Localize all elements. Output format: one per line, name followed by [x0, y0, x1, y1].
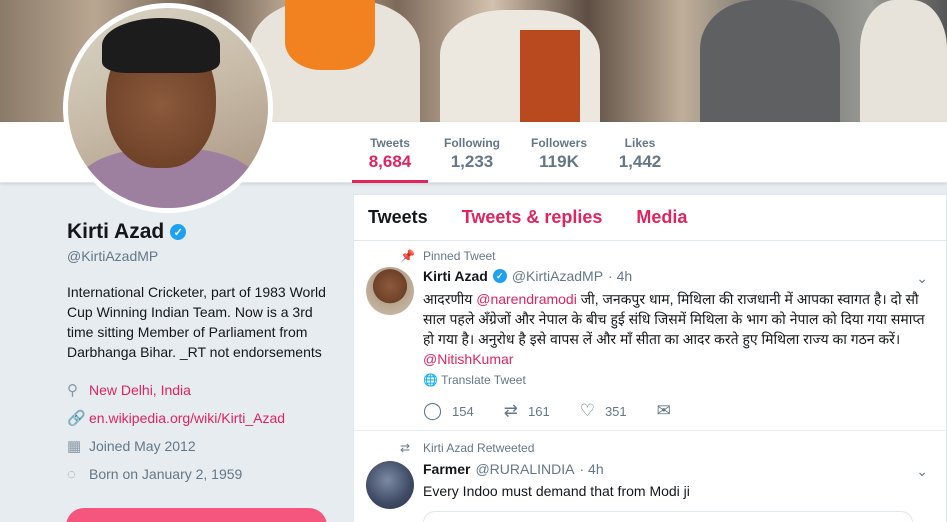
retweet-count: 161	[527, 403, 550, 419]
timeline-tabs: Tweets Tweets & replies Media	[354, 195, 946, 241]
stat-value: 8,684	[368, 152, 412, 171]
pin-icon: 📌	[400, 249, 415, 263]
tab-tweets[interactable]: Tweets	[368, 207, 428, 228]
pinned-tweet[interactable]: 📌 Pinned Tweet Kirti Azad ✓ @KirtiAzadMP…	[354, 241, 946, 431]
profile-avatar[interactable]	[63, 3, 273, 213]
heart-icon: ♡	[579, 401, 595, 420]
stat-value: 1,233	[450, 152, 494, 171]
profile-name-row: Kirti Azad ✓	[67, 220, 337, 244]
tweet-context: Pinned Tweet	[423, 249, 496, 263]
reply-icon: ◯	[423, 401, 443, 420]
tweet-avatar[interactable]	[366, 461, 414, 509]
chevron-down-icon[interactable]: ⌄	[916, 270, 928, 287]
banner-figure	[700, 0, 840, 122]
verified-badge-icon: ✓	[492, 269, 507, 283]
location-link[interactable]: New Delhi, India	[89, 382, 191, 398]
globe-icon: 🌐	[423, 373, 438, 387]
tab-tweets-and-replies[interactable]: Tweets & replies	[462, 207, 603, 228]
stat-followers[interactable]: Followers 119K	[526, 122, 592, 183]
retweet-icon: ⇄	[400, 441, 411, 455]
balloon-icon: ◌	[67, 465, 76, 483]
timeline: Tweets Tweets & replies Media 📌 Pinned T…	[353, 194, 947, 522]
profile-location: ⚲ New Delhi, India	[67, 376, 337, 404]
tweet-text-part: आदरणीय	[423, 291, 477, 307]
stat-label: Tweets	[370, 136, 410, 150]
translate-label: Translate Tweet	[441, 373, 526, 387]
tweet-text: Every Indoo must demand that from Modi j…	[423, 483, 690, 499]
profile-name[interactable]: Kirti Azad	[67, 220, 164, 244]
website-link[interactable]: en.wikipedia.org/wiki/Kirti_Azad	[89, 410, 285, 426]
tweet-text: आदरणीय @narendramodi जी, जनकपुर धाम, मिथ…	[423, 289, 933, 369]
avatar-hair	[102, 18, 220, 73]
stat-following[interactable]: Following 1,233	[437, 122, 507, 183]
tweet-to-button[interactable]	[66, 508, 327, 522]
tweet-header: Farmer @RURALINDIA · 4h	[423, 461, 604, 477]
tweet-actions: ◯ 154 ⇄ 161 ♡ 351 ✉	[423, 401, 701, 421]
joined-date: Joined May 2012	[89, 438, 196, 454]
reply-count: 154	[452, 403, 474, 419]
mention-link[interactable]: @NitishKumar	[423, 351, 513, 367]
link-icon: 🔗	[67, 410, 86, 427]
tweet-author-name[interactable]: Kirti Azad	[423, 268, 488, 284]
tweet-author-name[interactable]: Farmer	[423, 461, 470, 477]
profile-card: Kirti Azad ✓ @KirtiAzadMP International …	[67, 220, 337, 488]
stat-label: Likes	[624, 136, 656, 150]
profile-bio: International Cricketer, part of 1983 Wo…	[67, 284, 326, 360]
tweet-time[interactable]: · 4h	[579, 461, 603, 477]
tweet-time[interactable]: · 4h	[608, 268, 632, 284]
tweet-author-handle[interactable]: @RURALINDIA	[475, 461, 574, 477]
avatar-photo	[68, 8, 268, 208]
retweeted-tweet[interactable]: ⇄ Kirti Azad Retweeted Farmer @RURALINDI…	[354, 431, 946, 522]
envelope-icon: ✉	[656, 401, 671, 420]
retweet-icon: ⇄	[503, 401, 518, 420]
tweet-header: Kirti Azad ✓ @KirtiAzadMP · 4h	[423, 268, 632, 284]
retweet-button[interactable]: ⇄ 161	[504, 401, 550, 421]
tweet-avatar[interactable]	[366, 267, 414, 315]
profile-birthday: ◌ Born on January 2, 1959	[67, 460, 337, 488]
message-button[interactable]: ✉	[657, 401, 671, 421]
tweet-author-handle[interactable]: @KirtiAzadMP	[512, 268, 603, 284]
tweet-context: Kirti Azad Retweeted	[423, 441, 535, 455]
profile-joined: ▦ Joined May 2012	[67, 432, 337, 460]
stat-tweets[interactable]: Tweets 8,684	[352, 122, 428, 183]
quoted-tweet-card[interactable]	[423, 511, 913, 522]
profile-website: 🔗 en.wikipedia.org/wiki/Kirti_Azad	[67, 404, 337, 432]
banner-figure	[860, 0, 947, 122]
stat-likes[interactable]: Likes 1,442	[610, 122, 670, 183]
reply-button[interactable]: ◯ 154	[423, 401, 474, 421]
mention-link[interactable]: @narendramodi	[476, 291, 577, 307]
banner-figure	[520, 30, 580, 122]
verified-badge-icon: ✓	[170, 224, 187, 240]
tab-media[interactable]: Media	[636, 207, 687, 228]
banner-saffron-scarf	[285, 0, 375, 70]
location-pin-icon: ⚲	[67, 382, 78, 399]
stat-label: Followers	[530, 136, 587, 150]
chevron-down-icon[interactable]: ⌄	[916, 463, 928, 480]
birth-date: Born on January 2, 1959	[89, 466, 243, 482]
calendar-icon: ▦	[67, 438, 82, 455]
translate-tweet[interactable]: 🌐 Translate Tweet	[423, 373, 526, 387]
stat-value: 119K	[539, 152, 579, 171]
profile-handle[interactable]: @KirtiAzadMP	[67, 248, 337, 264]
stat-value: 1,442	[618, 152, 662, 171]
profile-meta: ⚲ New Delhi, India 🔗 en.wikipedia.org/wi…	[67, 376, 337, 488]
like-button[interactable]: ♡ 351	[580, 401, 627, 421]
like-count: 351	[604, 403, 627, 419]
stat-label: Following	[444, 136, 500, 150]
